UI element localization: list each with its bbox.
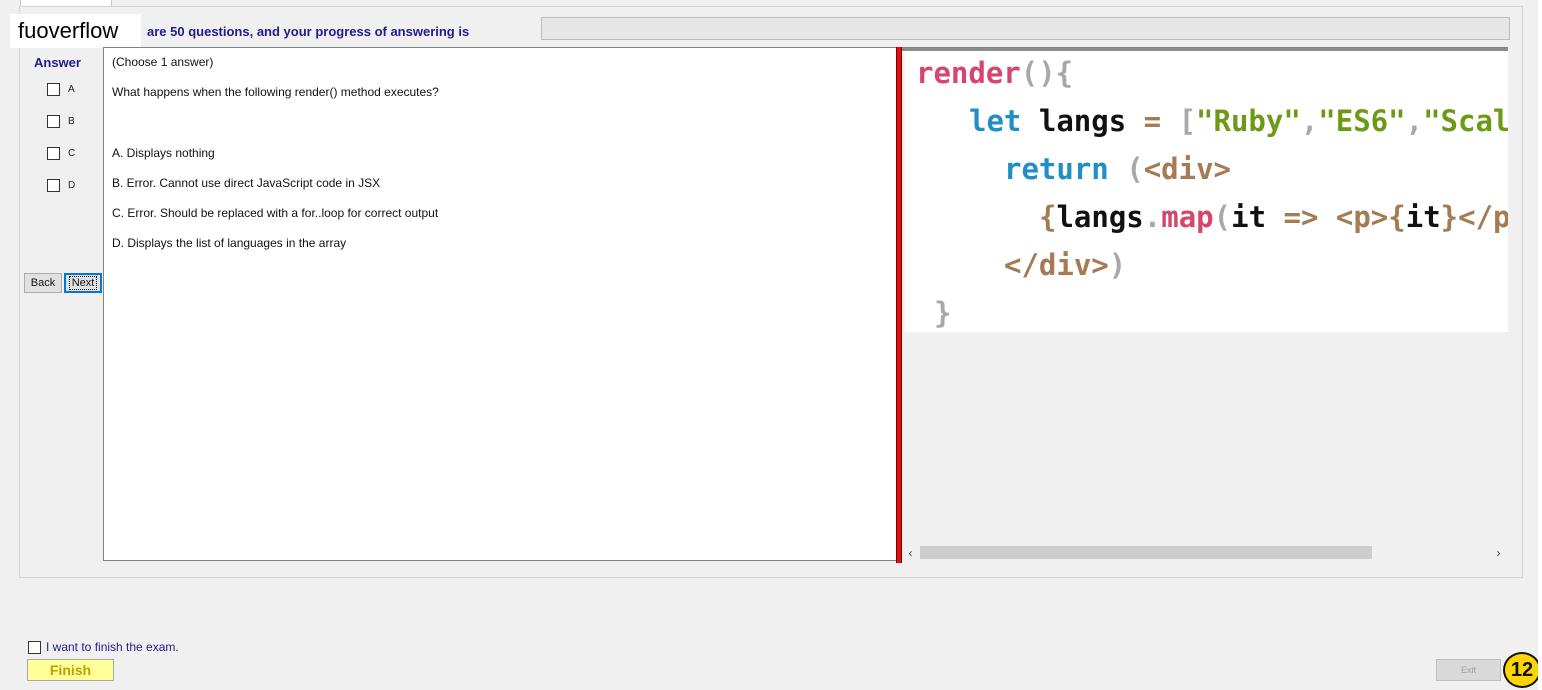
code-image: render(){ let langs = ["Ruby","ES6","Sca… <box>905 51 1508 332</box>
scroll-thumb[interactable] <box>920 546 1372 559</box>
checkbox-c[interactable] <box>47 147 60 160</box>
code-token: return <box>1004 152 1109 186</box>
code-token: { <box>1039 200 1057 234</box>
question-text: What happens when the following render()… <box>112 85 439 99</box>
code-line-1: render(){ <box>916 55 1073 91</box>
code-token: , <box>1300 104 1319 138</box>
code-line-4: {langs.map(it => <p>{it}</p <box>1039 199 1508 235</box>
next-button[interactable]: Next <box>64 273 102 293</box>
choice-b: B. Error. Cannot use direct JavaScript c… <box>112 176 381 190</box>
code-token: <div> <box>1143 152 1232 186</box>
answer-option-b[interactable]: B <box>47 115 75 128</box>
finish-checkbox-box[interactable] <box>28 640 41 654</box>
code-token: <p> <box>1335 200 1389 234</box>
code-token: "Scal <box>1423 104 1508 138</box>
code-token: } <box>934 296 952 330</box>
choice-c: C. Error. Should be replaced with a for.… <box>112 206 439 220</box>
scroll-left-icon[interactable]: ‹ <box>902 544 919 561</box>
checkbox-d[interactable] <box>47 179 60 192</box>
code-token: langs <box>1038 104 1127 138</box>
choice-a: A. Displays nothing <box>112 146 215 160</box>
code-token: (){ <box>1020 56 1074 90</box>
answer-option-label: B <box>68 116 75 127</box>
finish-button[interactable]: Finish <box>27 659 114 681</box>
back-button[interactable]: Back <box>24 273 62 293</box>
code-token: . <box>1143 200 1162 234</box>
horizontal-scrollbar[interactable]: ‹ › <box>902 544 1508 561</box>
exit-button[interactable]: Exit <box>1436 659 1501 681</box>
code-line-6: } <box>934 295 951 331</box>
code-token: let <box>969 104 1022 138</box>
code-token: = <box>1143 104 1162 138</box>
code-line-5: </div>) <box>1004 247 1126 283</box>
code-line-2: let langs = ["Ruby","ES6","Scal <box>969 103 1508 139</box>
code-token: [ <box>1178 104 1197 138</box>
code-token: </div> <box>1004 248 1109 282</box>
logo: fuoverflow <box>10 14 141 48</box>
finish-exam-checkbox[interactable]: I want to finish the exam. <box>28 640 179 654</box>
answer-title: Answer <box>34 55 81 70</box>
next-button-label: Next <box>68 276 98 290</box>
code-token: => <box>1283 200 1319 234</box>
answer-option-c[interactable]: C <box>47 147 75 160</box>
window-edge <box>1538 0 1542 690</box>
progress-text: are 50 questions, and your progress of a… <box>147 24 470 39</box>
code-token: ( <box>1213 200 1232 234</box>
question-instruction: (Choose 1 answer) <box>112 55 214 69</box>
code-token: } <box>1440 200 1459 234</box>
answer-option-label: A <box>68 84 75 95</box>
answer-option-label: D <box>68 180 76 191</box>
code-token: ) <box>1108 248 1127 282</box>
code-line-3: return (<div> <box>1004 151 1231 187</box>
code-token: it <box>1405 200 1441 234</box>
scroll-right-icon[interactable]: › <box>1490 544 1507 561</box>
code-image-panel: render(){ let langs = ["Ruby","ES6","Sca… <box>902 47 1508 562</box>
code-token: langs <box>1056 200 1144 234</box>
progress-bar <box>541 17 1510 40</box>
code-token: { <box>1388 200 1406 234</box>
code-token: it <box>1231 200 1267 234</box>
finish-checkbox-label: I want to finish the exam. <box>46 640 179 654</box>
answer-option-label: C <box>68 148 76 159</box>
code-token: render <box>916 56 1021 90</box>
code-token: map <box>1161 200 1214 234</box>
code-token: , <box>1405 104 1424 138</box>
answer-option-a[interactable]: A <box>47 83 75 96</box>
code-token: ( <box>1126 152 1144 186</box>
checkbox-a[interactable] <box>47 83 60 96</box>
choice-d: D. Displays the list of languages in the… <box>112 236 347 250</box>
question-panel: (Choose 1 answer) What happens when the … <box>103 47 897 561</box>
answer-option-d[interactable]: D <box>47 179 75 192</box>
question-number-badge: 12 <box>1503 652 1541 688</box>
code-token: "ES6" <box>1318 104 1406 138</box>
code-token: </p <box>1458 200 1508 234</box>
checkbox-b[interactable] <box>47 115 60 128</box>
code-token: "Ruby" <box>1196 104 1301 138</box>
